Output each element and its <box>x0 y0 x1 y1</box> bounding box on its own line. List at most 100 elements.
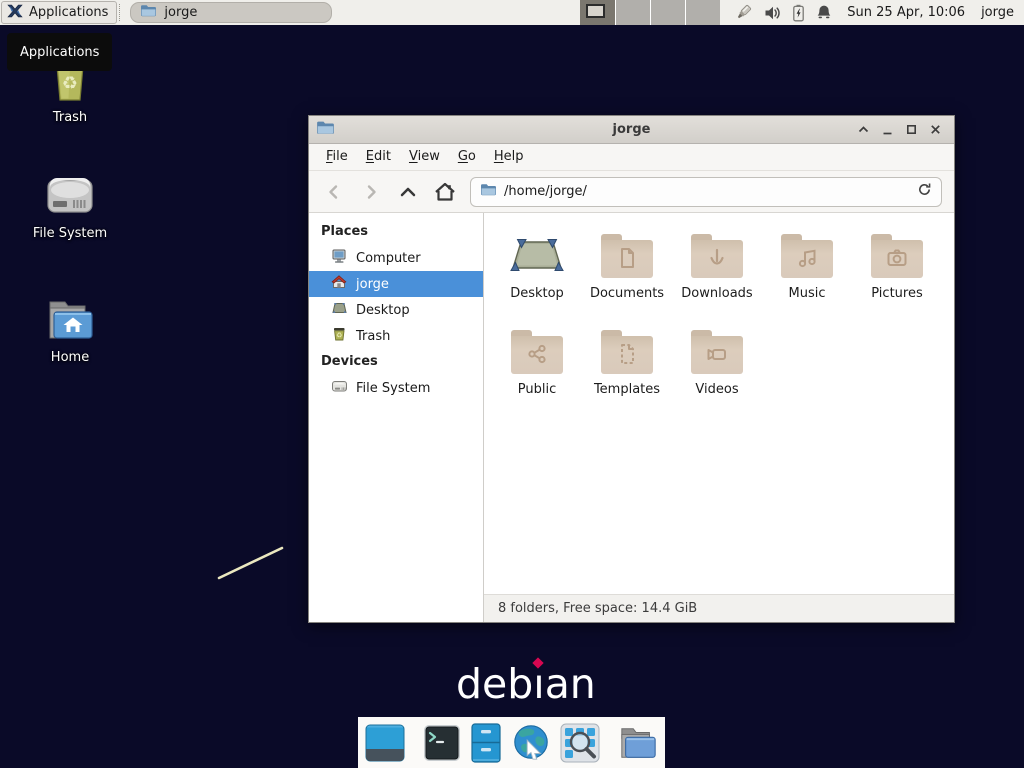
sidebar-item-file-system[interactable]: File System <box>309 375 483 401</box>
sidebar: Places Computer <box>309 213 484 622</box>
web-browser-globe-icon[interactable] <box>511 723 551 763</box>
file-item-videos[interactable]: Videos <box>672 323 762 419</box>
system-tray <box>734 3 832 22</box>
desktop-icon-label: Home <box>22 350 118 365</box>
wallpaper-scratch-line <box>210 540 295 588</box>
terminal-icon[interactable] <box>423 723 461 763</box>
file-item-desktop[interactable]: Desktop <box>492 227 582 323</box>
battery-icon[interactable] <box>792 4 805 22</box>
sidebar-item-computer[interactable]: Computer <box>309 245 483 271</box>
reload-icon[interactable] <box>917 182 932 201</box>
stylus-icon[interactable] <box>734 3 753 22</box>
xfce-menu-icon <box>7 3 23 23</box>
file-item-templates[interactable]: Templates <box>582 323 672 419</box>
file-item-music[interactable]: Music <box>762 227 852 323</box>
menu-go[interactable]: Go <box>449 144 485 170</box>
workspace-2[interactable] <box>615 0 650 25</box>
file-item-pictures[interactable]: Pictures <box>852 227 942 323</box>
statusbar: 8 folders, Free space: 14.4 GiB <box>484 594 954 622</box>
file-manager-window: jorge File Edit View Go Help <box>308 115 955 623</box>
debian-logo-text: deb <box>456 660 533 708</box>
file-item-label: Downloads <box>672 286 762 301</box>
file-cabinet-icon[interactable] <box>470 723 502 763</box>
show-desktop-icon[interactable] <box>365 723 405 763</box>
desktop-root: { "colors": { "desktop_background": "#0a… <box>0 0 1024 768</box>
sidebar-item-label: jorge <box>356 277 389 292</box>
computer-icon <box>331 248 348 268</box>
window-titlebar[interactable]: jorge <box>309 116 954 144</box>
applications-menu-label: Applications <box>29 5 108 20</box>
close-button[interactable] <box>927 121 944 138</box>
folder-public-icon <box>511 330 563 374</box>
sidebar-item-label: Trash <box>356 329 390 344</box>
file-item-downloads[interactable]: Downloads <box>672 227 762 323</box>
devices-header: Devices <box>309 349 483 375</box>
taskbar-window-label: jorge <box>164 5 197 20</box>
svg-text:♻: ♻ <box>336 332 342 340</box>
back-button[interactable] <box>315 176 352 207</box>
desktop-icon-label: File System <box>22 226 118 241</box>
places-header: Places <box>309 219 483 245</box>
file-item-label: Templates <box>582 382 672 397</box>
menu-help[interactable]: Help <box>485 144 533 170</box>
file-item-documents[interactable]: Documents <box>582 227 672 323</box>
file-item-label: Desktop <box>492 286 582 301</box>
desktop-icon-home[interactable]: Home <box>22 292 118 365</box>
workspace-3[interactable] <box>650 0 685 25</box>
menu-file[interactable]: File <box>317 144 357 170</box>
application-finder-icon[interactable] <box>560 723 600 763</box>
workspace-4[interactable] <box>685 0 720 25</box>
minimize-button[interactable] <box>879 121 896 138</box>
folder-downloads-icon <box>691 234 743 278</box>
panel-username[interactable]: jorge <box>981 5 1014 20</box>
file-manager-folder-icon[interactable] <box>618 723 658 763</box>
drive-icon <box>331 378 348 398</box>
path-folder-icon <box>480 183 497 201</box>
sidebar-item-label: File System <box>356 381 430 396</box>
folder-templates-icon <box>601 330 653 374</box>
workspace-1[interactable] <box>580 0 615 25</box>
folder-pictures-icon <box>871 234 923 278</box>
up-button[interactable] <box>389 176 426 207</box>
home-icon <box>331 274 348 294</box>
desktop-icon <box>331 300 348 320</box>
top-panel: Applications jorge <box>0 0 1024 25</box>
sidebar-item-desktop[interactable]: Desktop <box>309 297 483 323</box>
taskbar-window-button[interactable]: jorge <box>130 2 332 23</box>
toolbar: /home/jorge/ <box>309 171 954 213</box>
file-item-label: Public <box>492 382 582 397</box>
sidebar-item-label: Desktop <box>356 303 410 318</box>
desktop-pad-icon <box>492 227 582 285</box>
desktop-icon-label: Trash <box>22 110 118 125</box>
debian-logo: debıan <box>456 660 596 708</box>
sidebar-item-trash[interactable]: ♻ Trash <box>309 323 483 349</box>
window-folder-icon <box>316 120 335 140</box>
file-item-label: Documents <box>582 286 672 301</box>
folder-documents-icon <box>601 234 653 278</box>
maximize-button[interactable] <box>903 121 920 138</box>
shade-button[interactable] <box>855 121 872 138</box>
drive-icon <box>22 168 118 220</box>
sidebar-item-label: Computer <box>356 251 421 266</box>
path-bar[interactable]: /home/jorge/ <box>470 177 942 207</box>
home-button[interactable] <box>426 176 463 207</box>
menu-view[interactable]: View <box>400 144 449 170</box>
folder-window-icon <box>140 4 157 22</box>
desktop-icon-file-system[interactable]: File System <box>22 168 118 241</box>
workspace-pager <box>580 0 720 25</box>
file-item-public[interactable]: Public <box>492 323 582 419</box>
sidebar-item-jorge[interactable]: jorge <box>309 271 483 297</box>
panel-clock[interactable]: Sun 25 Apr, 10:06 <box>847 5 965 20</box>
notifications-bell-icon[interactable] <box>816 4 832 21</box>
file-item-label: Videos <box>672 382 762 397</box>
menu-edit[interactable]: Edit <box>357 144 400 170</box>
forward-button[interactable] <box>352 176 389 207</box>
file-item-label: Pictures <box>852 286 942 301</box>
applications-menu-button[interactable]: Applications <box>1 1 117 24</box>
path-text: /home/jorge/ <box>504 184 910 199</box>
trash-icon: ♻ <box>331 326 348 346</box>
window-controls <box>855 121 954 138</box>
volume-icon[interactable] <box>764 5 781 21</box>
file-pane: Desktop Documents <box>484 213 954 622</box>
menubar: File Edit View Go Help <box>309 144 954 171</box>
